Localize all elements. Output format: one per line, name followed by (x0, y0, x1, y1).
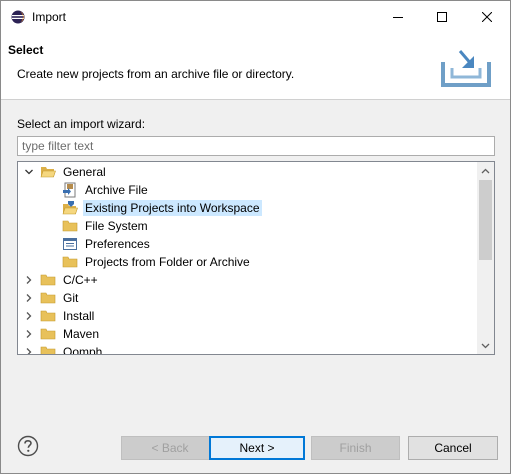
tree-item-file-system[interactable]: File System (62, 217, 150, 235)
cancel-button[interactable]: Cancel (408, 436, 498, 460)
tree-item-existing-projects[interactable]: Existing Projects into Workspace (62, 199, 262, 217)
tree-item-maven[interactable]: Maven (24, 325, 101, 343)
tree-item-install[interactable]: Install (24, 307, 96, 325)
folder-icon (40, 290, 56, 306)
chevron-up-icon (481, 168, 490, 173)
existing-projects-icon (62, 200, 78, 216)
chevron-right-icon[interactable] (24, 329, 34, 339)
tree-item-label: General (63, 165, 106, 179)
scroll-up-button[interactable] (477, 162, 494, 179)
archive-file-icon (62, 182, 78, 198)
import-wizard-graphic-icon (441, 50, 491, 87)
tree-item-label: Existing Projects into Workspace (83, 200, 262, 216)
tree-scrollbar[interactable] (477, 162, 494, 354)
chevron-right-icon[interactable] (24, 275, 34, 285)
folder-icon (40, 326, 56, 342)
import-dialog: Import Select Create new projects from a… (0, 0, 511, 474)
scroll-down-button[interactable] (477, 337, 494, 354)
next-button[interactable]: Next > (209, 436, 305, 460)
scrollbar-thumb[interactable] (479, 180, 492, 260)
folder-icon (40, 272, 56, 288)
maximize-button[interactable] (420, 1, 464, 33)
chevron-down-icon (481, 343, 490, 348)
tree-item-projects-from-folder[interactable]: Projects from Folder or Archive (62, 253, 252, 271)
window-title: Import (32, 10, 67, 24)
tree-item-label: Maven (63, 327, 100, 341)
folder-icon (40, 344, 56, 354)
tree-item-label: Archive File (85, 183, 148, 197)
help-icon[interactable] (17, 435, 39, 457)
tree-item-c-cpp[interactable]: C/C++ (24, 271, 100, 289)
tree-item-label: C/C++ (63, 273, 98, 287)
page-description: Create new projects from an archive file… (17, 67, 295, 81)
folder-icon (40, 308, 56, 324)
chevron-down-icon[interactable] (24, 167, 34, 177)
page-title: Select (8, 43, 44, 57)
eclipse-icon (11, 10, 25, 24)
tree-item-label: Git (63, 291, 79, 305)
wizard-select-label: Select an import wizard: (17, 117, 146, 131)
filter-input[interactable] (17, 136, 495, 156)
folder-open-icon (40, 164, 56, 180)
folder-icon (62, 254, 78, 270)
chevron-right-icon[interactable] (24, 311, 34, 321)
tree-item-git[interactable]: Git (24, 289, 80, 307)
tree-item-preferences[interactable]: Preferences (62, 235, 152, 253)
minimize-icon (393, 17, 403, 18)
chevron-right-icon[interactable] (24, 347, 34, 354)
tree-item-label: Oomph (63, 345, 103, 355)
tree-item-label: Projects from Folder or Archive (85, 255, 250, 269)
title-bar: Import (1, 1, 510, 33)
chevron-right-icon[interactable] (24, 293, 34, 303)
preferences-icon (62, 236, 78, 252)
close-button[interactable] (465, 1, 509, 33)
finish-button[interactable]: Finish (311, 436, 400, 460)
tree-item-general[interactable]: General (24, 163, 108, 181)
close-icon (482, 12, 492, 22)
back-button[interactable]: < Back (121, 436, 219, 460)
tree-item-label: File System (85, 219, 148, 233)
tree-item-oomph[interactable]: Oomph (24, 343, 104, 355)
wizard-header: Select Create new projects from an archi… (1, 33, 510, 100)
minimize-button[interactable] (376, 1, 420, 33)
tree-item-archive-file[interactable]: Archive File (62, 181, 150, 199)
tree-item-label: Install (63, 309, 95, 323)
tree-item-label: Preferences (85, 237, 150, 251)
wizard-tree[interactable]: General Archive File Existing Projects i… (17, 161, 495, 355)
maximize-icon (437, 12, 447, 22)
folder-icon (62, 218, 78, 234)
